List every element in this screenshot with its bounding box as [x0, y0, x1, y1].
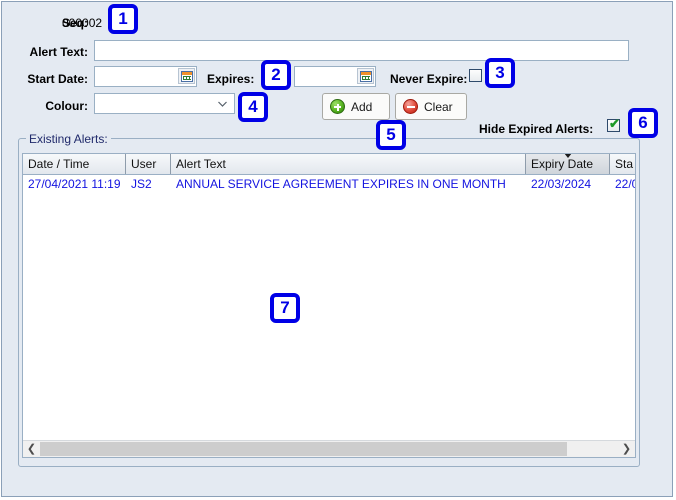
annotation-badge-5: 5	[376, 120, 406, 150]
sort-descending-icon	[563, 154, 572, 158]
expires-field[interactable]	[294, 66, 376, 87]
grid-column-header[interactable]: Date / Time	[23, 154, 126, 174]
grid-column-header-label: Alert Text	[176, 157, 226, 171]
plus-circle-icon	[330, 99, 345, 114]
grid-column-header-label: Date / Time	[28, 157, 90, 171]
expires-label: Expires:	[207, 72, 255, 86]
annotation-badge-1: 1	[108, 4, 138, 34]
chevron-down-icon	[218, 101, 227, 107]
start-date-calendar-button[interactable]	[178, 68, 195, 84]
annotation-badge-7: 7	[270, 293, 300, 323]
grid-column-header[interactable]: Alert Text	[171, 154, 526, 174]
table-cell: 22/0	[615, 177, 635, 191]
alerts-dialog-window: Seq: 000002 Alert Text: Start Date: Expi…	[1, 1, 673, 497]
add-button-label: Add	[351, 99, 373, 114]
start-date-field[interactable]	[94, 66, 197, 87]
start-date-label: Start Date:	[27, 72, 88, 86]
scrollbar-thumb[interactable]	[40, 442, 567, 456]
expires-calendar-button[interactable]	[357, 68, 374, 84]
colour-label: Colour:	[45, 99, 88, 113]
table-cell: JS2	[131, 177, 152, 191]
existing-alerts-grid[interactable]: Date / Time User Alert Text Expiry Date Sta …	[22, 153, 636, 458]
grid-column-header[interactable]: Expiry Date	[526, 154, 610, 174]
annotation-badge-2: 2	[261, 60, 291, 90]
table-row[interactable]: 27/04/2021 11:19 JS2 ANNUAL SERVICE AGREEM…	[23, 175, 635, 193]
grid-column-header[interactable]: Sta	[610, 154, 635, 174]
clear-button[interactable]: Clear	[395, 93, 467, 120]
table-cell: 22/03/2024	[531, 177, 592, 191]
annotation-badge-6: 6	[628, 108, 658, 138]
seq-value: 000002	[62, 16, 103, 30]
calendar-icon	[180, 70, 193, 82]
never-expire-checkbox[interactable]	[469, 69, 482, 82]
grid-column-header-label: Expiry Date	[531, 157, 594, 171]
alert-text-input[interactable]	[94, 40, 629, 61]
alert-text-label: Alert Text:	[29, 45, 88, 59]
colour-select[interactable]	[94, 93, 235, 114]
table-cell: ANNUAL SERVICE AGREEMENT EXPIRES IN ONE …	[176, 177, 506, 191]
grid-column-header[interactable]: User	[126, 154, 171, 174]
annotation-badge-3: 3	[485, 58, 515, 88]
grid-column-header-label: User	[131, 157, 157, 171]
hide-expired-label: Hide Expired Alerts:	[479, 122, 594, 136]
table-cell: 27/04/2021 11:19	[28, 177, 121, 191]
grid-header-row: Date / Time User Alert Text Expiry Date Sta	[23, 154, 635, 175]
calendar-icon	[359, 70, 372, 82]
never-expire-label: Never Expire:	[390, 72, 468, 86]
clear-button-label: Clear	[424, 99, 453, 114]
annotation-badge-4: 4	[238, 92, 268, 122]
scroll-right-arrow-icon[interactable]: ❯	[618, 441, 635, 457]
existing-alerts-legend: Existing Alerts:	[26, 132, 111, 146]
hide-expired-checkbox[interactable]: ✔	[607, 116, 620, 132]
minus-circle-icon	[403, 99, 418, 114]
add-button[interactable]: Add	[322, 93, 390, 120]
check-icon: ✔	[609, 116, 620, 131]
grid-column-header-label: Sta	[615, 157, 634, 171]
grid-body: 27/04/2021 11:19 JS2 ANNUAL SERVICE AGREEM…	[23, 175, 635, 193]
scroll-left-arrow-icon[interactable]: ❮	[23, 441, 40, 457]
grid-horizontal-scrollbar[interactable]: ❮ ❯	[23, 440, 635, 457]
